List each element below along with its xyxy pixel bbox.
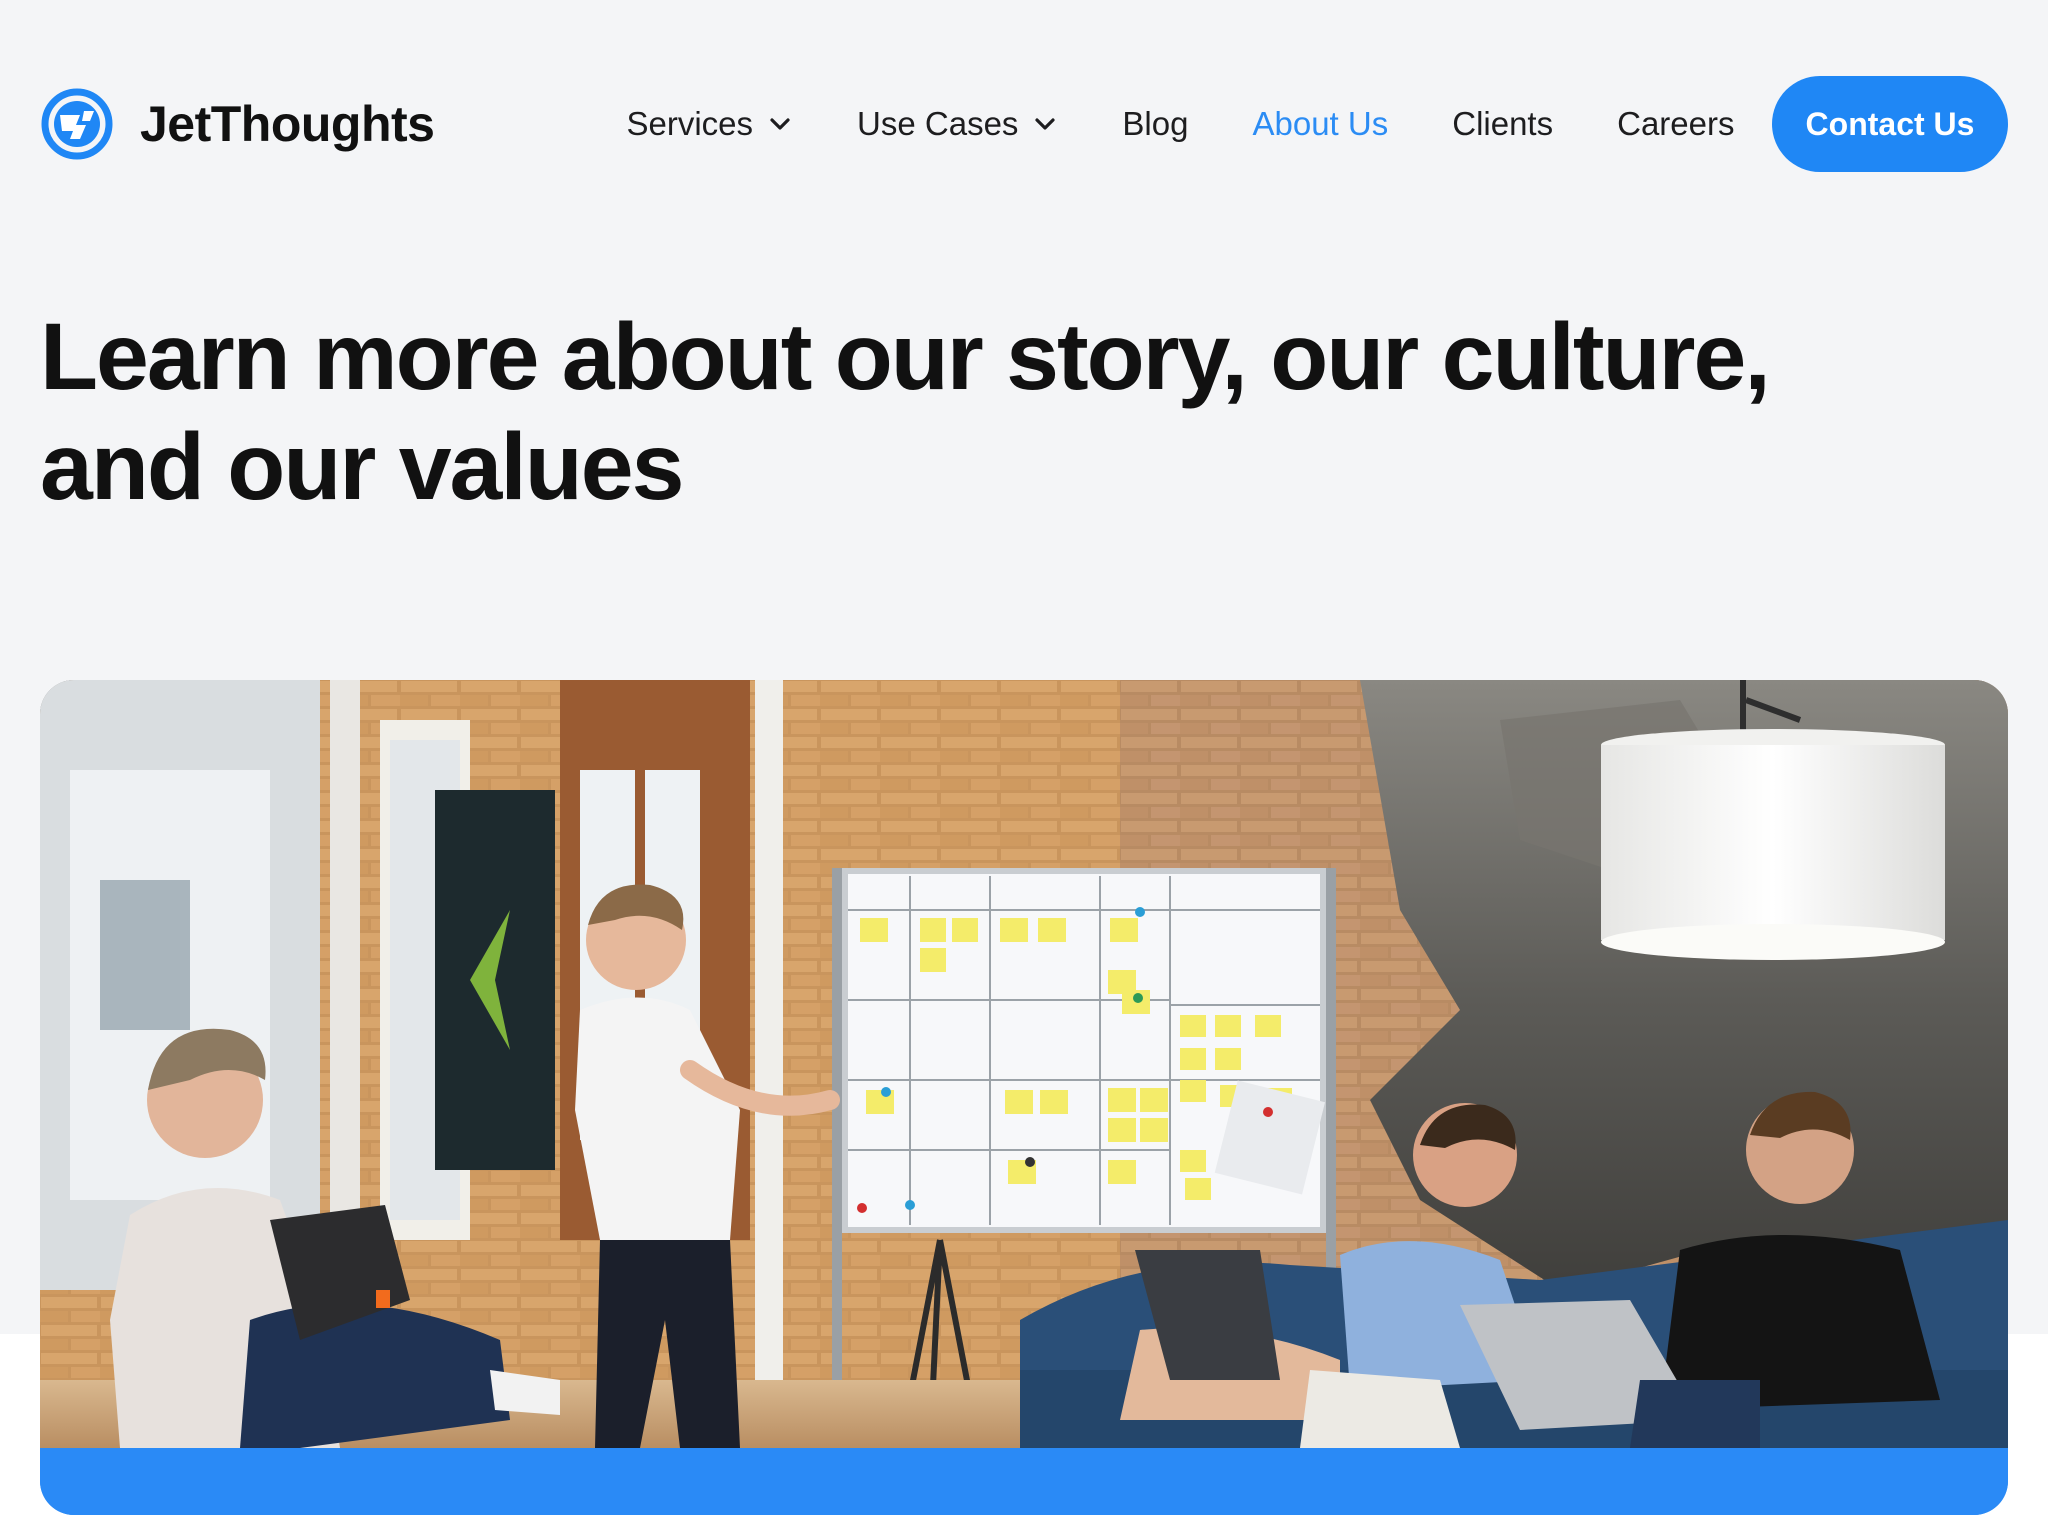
team-meeting-photo [40,680,2008,1448]
nav-item-label: Clients [1452,105,1554,142]
contact-us-button[interactable]: Contact Us [1772,76,2008,172]
nav-item-use-cases[interactable]: Use Cases [857,105,1058,143]
chevron-down-icon [770,118,790,130]
nav-item-clients[interactable]: Clients [1452,105,1553,143]
brand-name: JetThoughts [140,96,435,152]
chevron-down-icon [1035,118,1056,130]
about-page: JetThoughts Services Use Cases Blog Abou… [0,0,2048,1536]
nav-item-careers[interactable]: Careers [1617,105,1734,143]
nav-item-services[interactable]: Services [626,105,793,143]
page-title-line-1: Learn more about our story, our culture, [40,304,1771,410]
nav-item-about-us[interactable]: About Us [1252,105,1388,143]
nav-item-label: Use Cases [857,105,1019,142]
nav-item-label: Careers [1617,105,1735,142]
page-title-line-2: and our values [40,414,684,520]
nav-item-label: Services [626,105,754,142]
jetthoughts-logo-icon [41,88,113,160]
nav-item-label: About Us [1252,105,1389,142]
team-photo-card [40,680,2008,1515]
nav-item-blog[interactable]: Blog [1122,105,1188,143]
main-nav: Services Use Cases Blog About Us Clients [626,105,1798,143]
site-header: JetThoughts Services Use Cases Blog Abou… [40,76,2008,172]
page-title: Learn more about our story, our culture,… [40,302,1960,522]
photo-accent-strip [40,1448,2008,1515]
nav-item-label: Blog [1122,105,1189,142]
logo-link[interactable]: JetThoughts [40,87,435,161]
